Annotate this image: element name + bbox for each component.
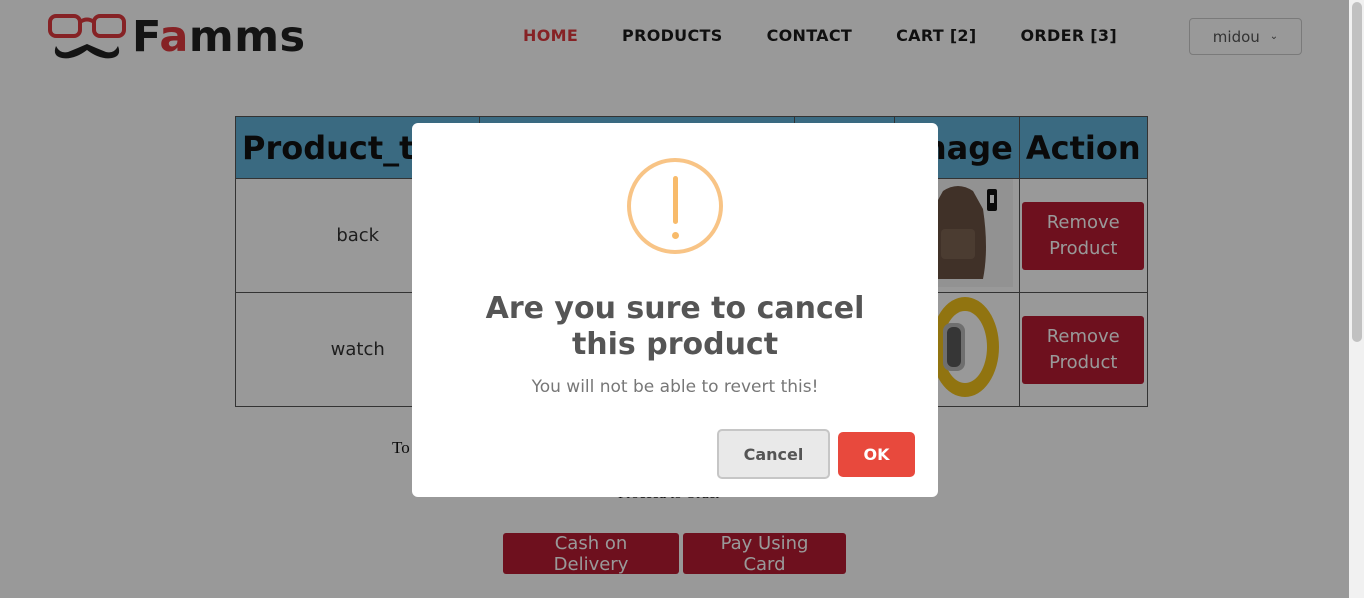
cancel-button[interactable]: Cancel	[717, 429, 830, 479]
warning-icon	[627, 158, 723, 254]
ok-button[interactable]: OK	[838, 432, 915, 477]
dialog-text: You will not be able to revert this!	[531, 377, 819, 397]
dialog-title: Are you sure to cancel this product	[485, 291, 865, 362]
confirm-dialog: Are you sure to cancel this product You …	[412, 123, 938, 497]
scrollbar-thumb[interactable]	[1352, 2, 1362, 342]
page-scrollbar[interactable]	[1349, 0, 1364, 598]
